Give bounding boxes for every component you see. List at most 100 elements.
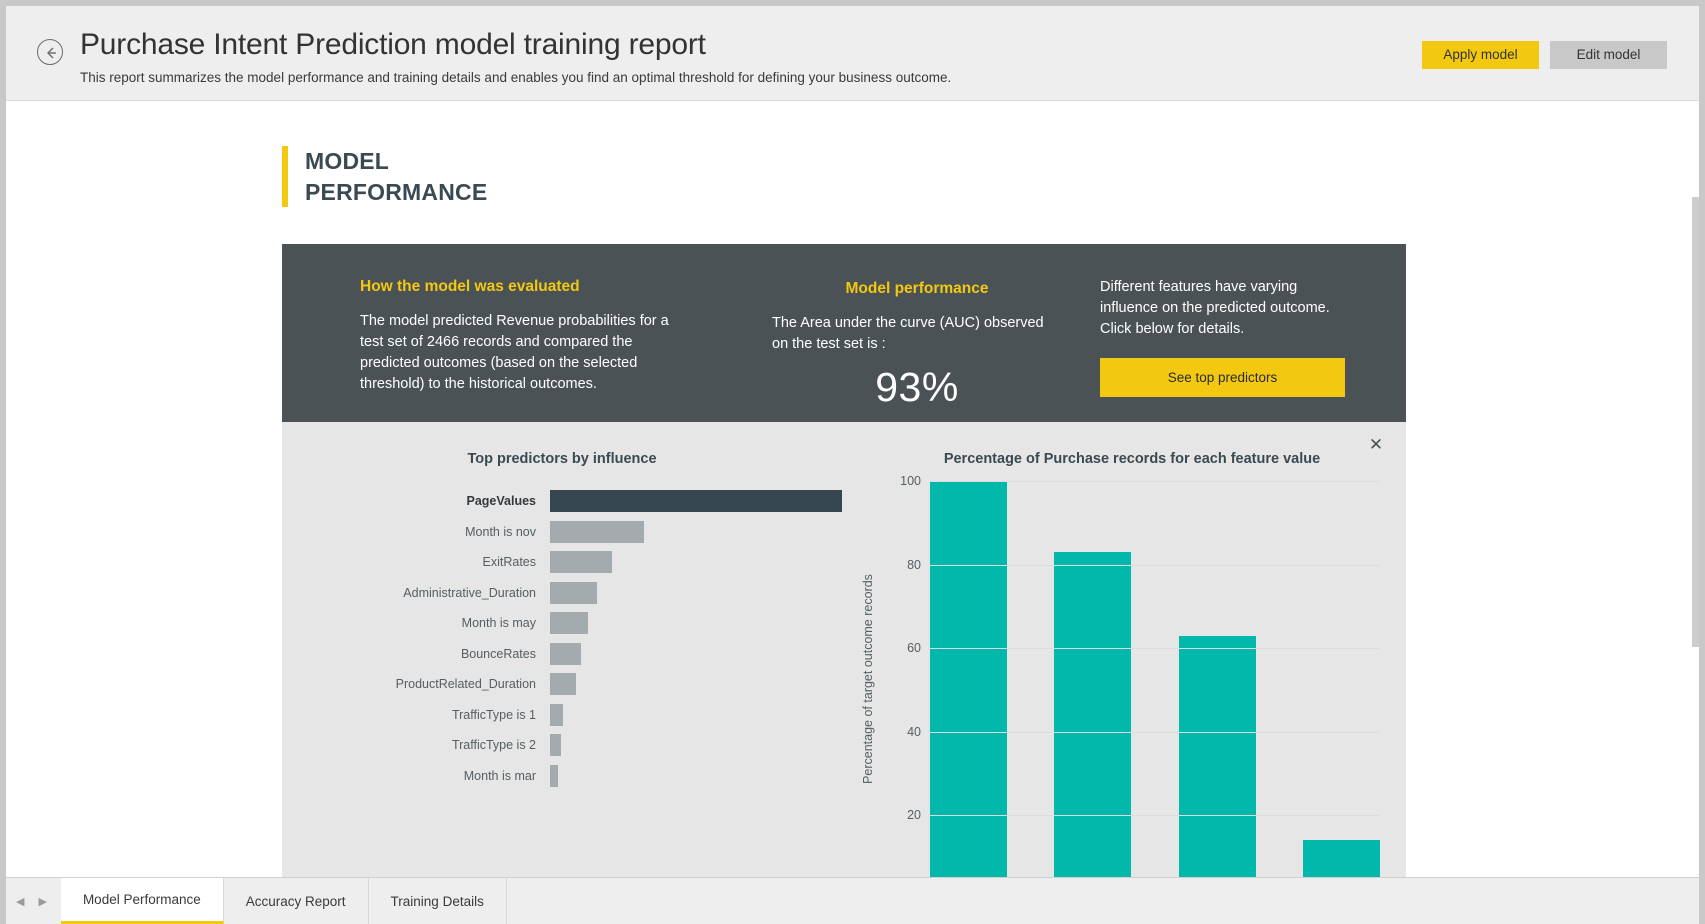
y-axis-tick-label: 40 xyxy=(907,725,921,739)
predictor-row[interactable]: TrafficType is 1 xyxy=(282,700,842,731)
evaluation-column: How the model was evaluated The model pr… xyxy=(360,278,680,395)
bar[interactable] xyxy=(1054,552,1131,877)
predictor-bar[interactable] xyxy=(550,734,561,756)
predictor-bar-track xyxy=(550,551,842,573)
predictor-bar-track xyxy=(550,490,842,512)
bar-column xyxy=(1179,481,1256,877)
predictor-row[interactable]: PageValues xyxy=(282,486,842,517)
evaluation-heading: How the model was evaluated xyxy=(360,278,680,296)
report-window: Purchase Intent Prediction model trainin… xyxy=(6,6,1699,924)
evaluation-text: The model predicted Revenue probabilitie… xyxy=(360,311,680,395)
predictor-bar-track xyxy=(550,582,842,604)
bar[interactable] xyxy=(1303,840,1380,877)
footer-spacer xyxy=(507,878,1699,924)
predictor-row[interactable]: TrafficType is 2 xyxy=(282,730,842,761)
predictors-text: Different features have varying influenc… xyxy=(1100,277,1345,340)
y-axis-tick-label: 60 xyxy=(907,641,921,655)
y-axis-tick-label: 100 xyxy=(900,474,921,488)
predictor-label: TrafficType is 1 xyxy=(282,708,550,722)
predictor-row[interactable]: Month is nov xyxy=(282,517,842,548)
predictor-bar[interactable] xyxy=(550,643,581,665)
predictor-row[interactable]: Month is mar xyxy=(282,761,842,792)
bar-series xyxy=(930,481,1380,877)
apply-model-button[interactable]: Apply model xyxy=(1422,41,1539,69)
app-window-chrome: Purchase Intent Prediction model trainin… xyxy=(0,0,1705,924)
predictor-label: ProductRelated_Duration xyxy=(282,677,550,691)
tab-accuracy-report[interactable]: Accuracy Report xyxy=(224,878,369,924)
predictor-row[interactable]: ExitRates xyxy=(282,547,842,578)
feature-value-chart-title: Percentage of Purchase records for each … xyxy=(882,451,1382,467)
title-block: Purchase Intent Prediction model trainin… xyxy=(80,28,951,85)
predictor-row[interactable]: BounceRates xyxy=(282,639,842,670)
bar-column xyxy=(1303,481,1380,877)
predictor-label: Month is mar xyxy=(282,769,550,783)
auc-value: 93% xyxy=(772,364,1062,411)
gridline xyxy=(930,732,1380,733)
top-predictors-bars: PageValues Month is nov ExitRates Administr… xyxy=(282,486,842,791)
performance-heading: Model performance xyxy=(772,280,1062,298)
model-performance-summary-panel: How the model was evaluated The model pr… xyxy=(282,244,1406,422)
predictor-bar-track xyxy=(550,521,842,543)
predictor-bar-track xyxy=(550,612,842,634)
chevron-left-icon[interactable]: ◀ xyxy=(16,895,24,908)
header-actions: Apply model Edit model xyxy=(1422,41,1667,69)
predictor-label: Month is nov xyxy=(282,525,550,539)
see-top-predictors-button[interactable]: See top predictors xyxy=(1100,358,1345,397)
predictor-row[interactable]: ProductRelated_Duration xyxy=(282,669,842,700)
tab-label: Training Details xyxy=(391,894,484,909)
predictor-bar[interactable] xyxy=(550,551,612,573)
y-axis-tick-label: 80 xyxy=(907,558,921,572)
predictors-column: Different features have varying influenc… xyxy=(1100,277,1345,397)
predictor-bar[interactable] xyxy=(550,612,588,634)
top-predictors-detail-panel: ✕ Top predictors by influence PageValues… xyxy=(282,422,1406,877)
predictor-label: TrafficType is 2 xyxy=(282,738,550,752)
predictor-bar[interactable] xyxy=(550,490,842,512)
tab-strip: Model Performance Accuracy Report Training… xyxy=(61,878,507,924)
predictor-bar-track xyxy=(550,765,842,787)
section-accent-bar xyxy=(282,146,288,207)
bar[interactable] xyxy=(930,481,1007,877)
section-heading: MODEL PERFORMANCE xyxy=(282,146,487,207)
predictor-label: Month is may xyxy=(282,616,550,630)
tab-navigation: ◀ ▶ xyxy=(6,878,61,924)
predictor-label: PageValues xyxy=(282,494,550,508)
predictor-bar-track xyxy=(550,673,842,695)
y-axis-tick-label: 20 xyxy=(907,808,921,822)
predictor-bar[interactable] xyxy=(550,704,563,726)
predictor-bar[interactable] xyxy=(550,582,597,604)
performance-text: The Area under the curve (AUC) observed … xyxy=(772,313,1062,355)
report-footer: ◀ ▶ Model Performance Accuracy Report Trai… xyxy=(6,877,1699,924)
tab-label: Model Performance xyxy=(83,892,201,907)
page-subtitle: This report summarizes the model perform… xyxy=(80,70,951,85)
tab-model-performance[interactable]: Model Performance xyxy=(61,878,224,924)
bar[interactable] xyxy=(1179,636,1256,877)
gridline xyxy=(930,815,1380,816)
gridline xyxy=(930,648,1380,649)
performance-column: Model performance The Area under the cur… xyxy=(772,280,1062,411)
predictor-bar[interactable] xyxy=(550,765,558,787)
predictor-label: Administrative_Duration xyxy=(282,586,550,600)
tab-training-details[interactable]: Training Details xyxy=(369,878,507,924)
predictor-bar-track xyxy=(550,734,842,756)
bar-column xyxy=(1054,481,1131,877)
plot-area: 100806040200 xyxy=(930,481,1380,877)
report-canvas: MODEL PERFORMANCE How the model was eval… xyxy=(6,101,1699,877)
predictor-label: ExitRates xyxy=(282,555,550,569)
edit-model-button[interactable]: Edit model xyxy=(1550,41,1667,69)
report-header: Purchase Intent Prediction model trainin… xyxy=(6,6,1699,101)
predictor-bar-track xyxy=(550,704,842,726)
section-title: MODEL PERFORMANCE xyxy=(305,146,487,207)
tab-label: Accuracy Report xyxy=(246,894,346,909)
predictor-bar[interactable] xyxy=(550,673,576,695)
y-axis-title: Percentage of target outcome records xyxy=(861,549,875,809)
predictor-bar[interactable] xyxy=(550,521,644,543)
back-arrow-icon[interactable] xyxy=(37,39,63,65)
vertical-scrollbar[interactable] xyxy=(1692,197,1699,647)
chevron-right-icon[interactable]: ▶ xyxy=(38,895,46,908)
page-title: Purchase Intent Prediction model trainin… xyxy=(80,28,951,63)
gridline xyxy=(930,565,1380,566)
gridline xyxy=(930,481,1380,482)
predictor-row[interactable]: Month is may xyxy=(282,608,842,639)
predictor-bar-track xyxy=(550,643,842,665)
predictor-row[interactable]: Administrative_Duration xyxy=(282,578,842,609)
